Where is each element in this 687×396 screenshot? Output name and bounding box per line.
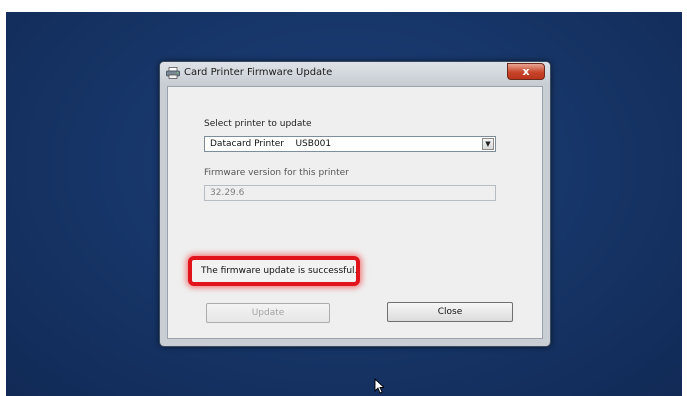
printer-icon <box>166 67 180 79</box>
mouse-pointer-icon <box>374 378 384 394</box>
select-printer-label: Select printer to update <box>204 119 312 129</box>
dialog-body: Select printer to update Datacard Printe… <box>167 86 543 339</box>
update-button[interactable]: Update <box>206 303 330 323</box>
firmware-version-label: Firmware version for this printer <box>204 168 349 178</box>
window-close-button[interactable]: x <box>507 63 545 80</box>
window-title: Card Printer Firmware Update <box>184 67 333 78</box>
firmware-version-value: 32.29.6 <box>210 188 245 198</box>
close-button[interactable]: Close <box>387 302 513 322</box>
screen-frame: Card Printer Firmware Update x Select pr… <box>0 0 687 396</box>
status-message: The firmware update is successful. <box>201 266 358 276</box>
printer-select[interactable]: Datacard Printer USB001 ▼ <box>204 136 496 152</box>
status-highlight-box: The firmware update is successful. <box>188 256 360 286</box>
title-bar[interactable]: Card Printer Firmware Update x <box>160 62 550 86</box>
printer-select-value: Datacard Printer USB001 <box>210 139 331 149</box>
firmware-update-dialog: Card Printer Firmware Update x Select pr… <box>159 61 551 347</box>
printer-port: USB001 <box>295 139 332 149</box>
firmware-version-field: 32.29.6 <box>204 185 496 201</box>
chevron-down-icon[interactable]: ▼ <box>482 138 494 150</box>
printer-name: Datacard Printer <box>210 139 285 149</box>
close-icon: x <box>522 65 530 78</box>
desktop-background: Card Printer Firmware Update x Select pr… <box>6 12 682 396</box>
